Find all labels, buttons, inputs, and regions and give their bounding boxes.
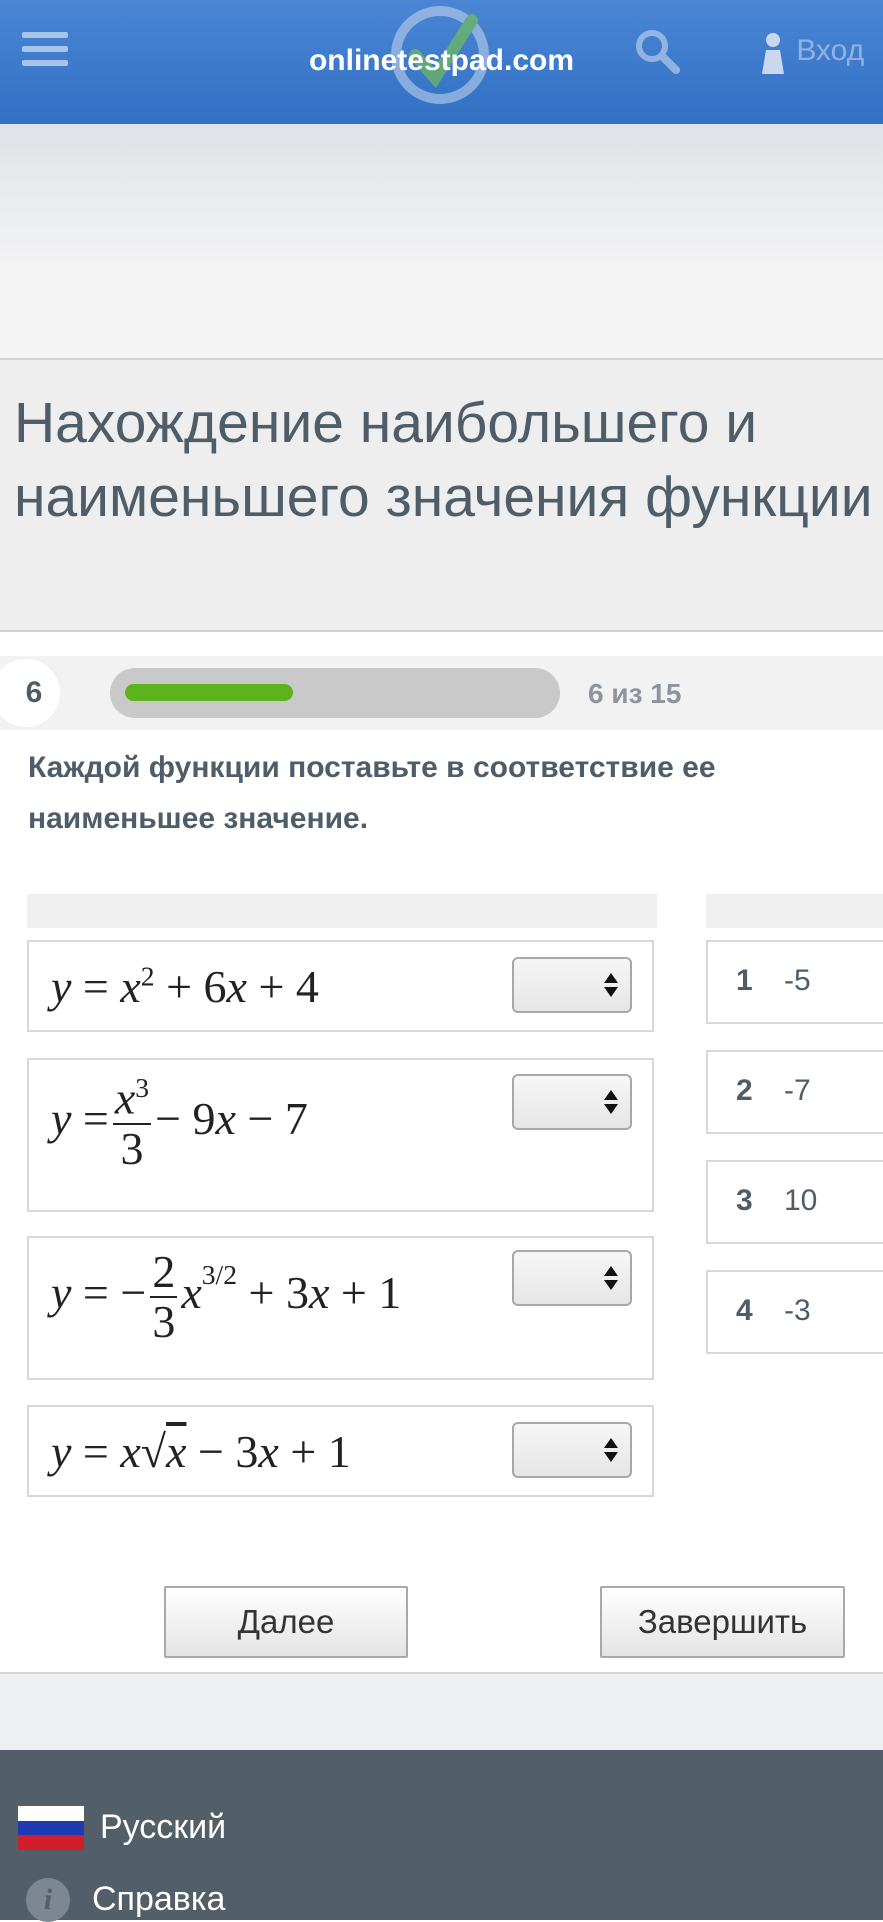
select-arrows-icon [604, 973, 618, 997]
info-icon: i [26, 1878, 70, 1922]
footer: Русский i Справка [0, 1750, 883, 1922]
formula-1: y = x2 + 6x + 4 [51, 960, 319, 1012]
formula-4: y = x√x − 3x + 1 [51, 1426, 351, 1477]
answer-select-2[interactable] [512, 1074, 632, 1130]
answer-value: -3 [784, 1294, 811, 1327]
russia-flag-icon [18, 1806, 84, 1850]
progress-text: 6 из 15 [588, 678, 682, 709]
answer-number: 2 [736, 1074, 753, 1107]
function-row-2: y = x3 3− 9x − 7 [27, 1058, 654, 1212]
select-arrows-icon [604, 1090, 618, 1114]
formula-2: y = x3 3− 9x − 7 [51, 1072, 308, 1174]
select-arrows-icon [604, 1438, 618, 1462]
functions-column-header [27, 894, 657, 928]
language-label: Русский [100, 1808, 227, 1846]
question-text: Каждой функции поставьте в соответствие … [28, 751, 716, 835]
progress-bar [110, 668, 560, 718]
answer-number: 4 [736, 1294, 753, 1327]
answers-column-header [706, 894, 883, 928]
answer-select-4[interactable] [512, 1422, 632, 1478]
pre-footer-spacer [0, 1674, 883, 1750]
next-button[interactable]: Далее [164, 1586, 408, 1658]
function-row-4: y = x√x − 3x + 1 [27, 1405, 654, 1497]
answer-select-1[interactable] [512, 957, 632, 1013]
answer-option-2: 2 -7 [706, 1050, 883, 1134]
login-link[interactable]: Вход [758, 30, 864, 74]
answer-option-1: 1 -5 [706, 940, 883, 1024]
answer-option-4: 4 -3 [706, 1270, 883, 1354]
title-box: Нахождение наибольшего и наименьшего зна… [0, 358, 883, 632]
search-icon[interactable] [632, 26, 682, 76]
formula-3: y = −2 3 x3/2 + 3x + 1 [51, 1246, 402, 1348]
answer-select-3[interactable] [512, 1250, 632, 1306]
answer-value: -5 [784, 964, 811, 997]
progress-row: 6 6 из 15 [0, 656, 883, 730]
progress-bar-fill [125, 684, 293, 701]
answer-value: 10 [784, 1184, 818, 1217]
function-row-1: y = x2 + 6x + 4 [27, 940, 654, 1032]
user-icon [762, 33, 784, 74]
login-label: Вход [796, 33, 865, 67]
ad-placeholder [0, 124, 883, 358]
function-row-3: y = −2 3 x3/2 + 3x + 1 [27, 1236, 654, 1380]
answer-option-3: 3 10 [706, 1160, 883, 1244]
site-name[interactable]: onlinetestpad.com [0, 44, 883, 78]
question-number-badge: 6 [0, 659, 60, 727]
page-title: Нахождение наибольшего и наименьшего зна… [14, 391, 873, 529]
top-header: onlinetestpad.com Вход [0, 0, 883, 124]
select-arrows-icon [604, 1266, 618, 1290]
answer-value: -7 [784, 1074, 811, 1107]
answer-number: 3 [736, 1184, 753, 1217]
answer-number: 1 [736, 964, 753, 997]
help-label: Справка [92, 1880, 226, 1918]
finish-button[interactable]: Завершить [600, 1586, 845, 1658]
